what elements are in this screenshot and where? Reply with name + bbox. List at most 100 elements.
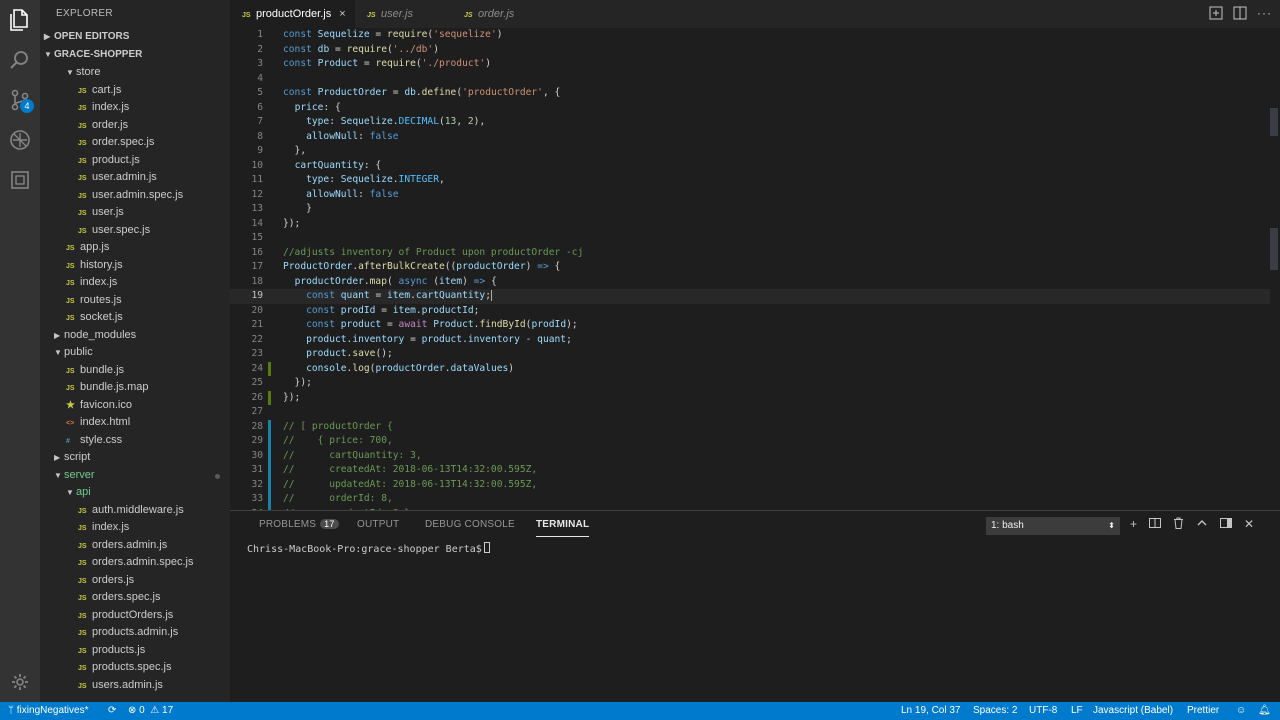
tab-debug-console[interactable]: DEBUG CONSOLE: [425, 519, 515, 530]
code-line[interactable]: 9 },: [230, 144, 1270, 159]
tree-file[interactable]: JS cart.js: [40, 82, 230, 100]
code-line[interactable]: 6 price: {: [230, 101, 1270, 116]
tree-file[interactable]: JS user.admin.js: [40, 169, 230, 187]
smiley-icon[interactable]: ☺: [1236, 702, 1246, 720]
code-line[interactable]: 4: [230, 72, 1270, 87]
code-line[interactable]: 7 type: Sequelize.DECIMAL(13, 2),: [230, 115, 1270, 130]
code-line[interactable]: 14});: [230, 217, 1270, 232]
tree-file[interactable]: JS orders.js: [40, 572, 230, 590]
code-line[interactable]: 17 ProductOrder.afterBulkCreate((productO…: [230, 260, 1270, 275]
close-panel-icon[interactable]: ✕: [1244, 517, 1254, 532]
formatter[interactable]: Prettier: [1187, 702, 1219, 720]
code-line[interactable]: 1 const Sequelize = require('sequelize'): [230, 28, 1270, 43]
code-line[interactable]: 8 allowNull: false: [230, 130, 1270, 145]
tree-file[interactable]: JS user.spec.js: [40, 222, 230, 240]
open-changes-icon[interactable]: [1209, 6, 1223, 23]
tree-file[interactable]: JS products.js: [40, 642, 230, 660]
tree-file[interactable]: JS index.js: [40, 519, 230, 537]
code-line[interactable]: 21 const product = await Product.findByI…: [230, 318, 1270, 333]
tree-file[interactable]: JS history.js: [40, 257, 230, 275]
tree-file[interactable]: JS bundle.js.map: [40, 379, 230, 397]
code-line[interactable]: 18 productOrder.map( async (item) => {: [230, 275, 1270, 290]
code-line[interactable]: 5 const ProductOrder = db.define('product…: [230, 86, 1270, 101]
tab-productorder[interactable]: JS productOrder.js ×: [230, 0, 355, 28]
terminal-prompt[interactable]: Chriss-MacBook-Pro:grace-shopper Berta$: [247, 542, 490, 555]
tree-folder[interactable]: ▼ api: [40, 484, 230, 502]
project-section[interactable]: ▼ GRACE-SHOPPER: [40, 46, 230, 64]
more-actions-icon[interactable]: ···: [1257, 6, 1272, 23]
code-line[interactable]: 26});: [230, 390, 1270, 406]
language-mode[interactable]: Javascript (Babel): [1093, 702, 1173, 720]
tree-file[interactable]: <> index.html: [40, 414, 230, 432]
code-line[interactable]: 10 cartQuantity: {: [230, 159, 1270, 174]
tree-file[interactable]: JS orders.admin.spec.js: [40, 554, 230, 572]
tree-file[interactable]: JS index.js: [40, 99, 230, 117]
tree-file[interactable]: JS products.spec.js: [40, 659, 230, 677]
tree-file[interactable]: JS socket.js: [40, 309, 230, 327]
trash-icon[interactable]: [1173, 517, 1184, 532]
tree-file[interactable]: JS productOrders.js: [40, 607, 230, 625]
code-line[interactable]: 28 // [ productOrder {: [230, 419, 1270, 435]
split-editor-icon[interactable]: [1233, 6, 1247, 23]
code-line[interactable]: 32 // updatedAt: 2018-06-13T14:32:00.595Z…: [230, 477, 1270, 493]
tree-file[interactable]: JS routes.js: [40, 292, 230, 310]
terminal-select[interactable]: 1: bash ⬍: [986, 517, 1120, 535]
code-line[interactable]: 22 product.inventory = product.inventory…: [230, 333, 1270, 348]
code-line[interactable]: 2 const db = require('../db'): [230, 43, 1270, 58]
tree-file[interactable]: ★ favicon.ico: [40, 397, 230, 415]
code-line[interactable]: 24 console.log(productOrder.dataValues): [230, 361, 1270, 377]
tree-file[interactable]: JS app.js: [40, 239, 230, 257]
tree-folder[interactable]: ▼ server: [40, 467, 230, 485]
chevron-up-icon[interactable]: [1196, 517, 1208, 532]
tree-file[interactable]: JS order.js: [40, 117, 230, 135]
tree-file[interactable]: JS order.spec.js: [40, 134, 230, 152]
settings-gear-icon[interactable]: [8, 670, 32, 694]
tree-folder[interactable]: ▼ store: [40, 64, 230, 82]
bell-icon[interactable]: 🔔︎: [1258, 702, 1271, 720]
code-line[interactable]: 20 const prodId = item.productId;: [230, 304, 1270, 319]
tree-file[interactable]: JS product.js: [40, 152, 230, 170]
files-icon[interactable]: [8, 8, 32, 32]
code-line[interactable]: 23 product.save();: [230, 347, 1270, 362]
open-editors-section[interactable]: ▶ OPEN EDITORS: [40, 28, 230, 46]
code-line[interactable]: 33 // orderId: 8,: [230, 492, 1270, 507]
code-line[interactable]: 31 // createdAt: 2018-06-13T14:32:00.595Z…: [230, 463, 1270, 478]
code-line[interactable]: 27: [230, 405, 1270, 420]
code-line[interactable]: 30 // cartQuantity: 3,: [230, 448, 1270, 464]
tree-folder[interactable]: ▶ script: [40, 449, 230, 467]
tree-file[interactable]: JS index.js: [40, 274, 230, 292]
tree-file[interactable]: JS users.admin.js: [40, 677, 230, 695]
sync-icon[interactable]: ⟳: [108, 702, 116, 720]
tab-problems[interactable]: PROBLEMS 17: [259, 519, 339, 530]
code-line[interactable]: 11 type: Sequelize.INTEGER,: [230, 173, 1270, 188]
cursor-position[interactable]: Ln 19, Col 37: [901, 702, 961, 720]
code-line[interactable]: 16 //adjusts inventory of Product upon pr…: [230, 246, 1270, 261]
tree-file[interactable]: JS auth.middleware.js: [40, 502, 230, 520]
code-line[interactable]: 13 }: [230, 202, 1270, 217]
tab-order[interactable]: JS order.js: [452, 0, 549, 28]
plus-icon[interactable]: +: [1130, 517, 1137, 532]
encoding[interactable]: UTF-8: [1029, 702, 1057, 720]
code-editor[interactable]: 1 const Sequelize = require('sequelize') 2…: [230, 28, 1280, 510]
end-of-line[interactable]: LF: [1071, 702, 1083, 720]
debug-icon[interactable]: [8, 128, 32, 152]
tree-file[interactable]: JS user.admin.spec.js: [40, 187, 230, 205]
search-icon[interactable]: [8, 48, 32, 72]
tree-file[interactable]: JS products.admin.js: [40, 624, 230, 642]
code-line[interactable]: 12 allowNull: false: [230, 188, 1270, 203]
tree-file[interactable]: JS user.js: [40, 204, 230, 222]
code-line[interactable]: 29 // { price: 700,: [230, 434, 1270, 449]
tree-folder[interactable]: ▶ node_modules: [40, 327, 230, 345]
code-line[interactable]: 25 });: [230, 376, 1270, 391]
tree-folder[interactable]: ▼ public: [40, 344, 230, 362]
tree-file[interactable]: JS bundle.js: [40, 362, 230, 380]
tree-file[interactable]: JS orders.spec.js: [40, 589, 230, 607]
close-icon[interactable]: ×: [339, 8, 345, 20]
indentation[interactable]: Spaces: 2: [973, 702, 1017, 720]
tree-file[interactable]: # style.css: [40, 432, 230, 450]
split-terminal-icon[interactable]: [1149, 517, 1162, 532]
code-line[interactable]: 3 const Product = require('./product'): [230, 57, 1270, 72]
problems-indicator[interactable]: ⊗ 0 ⚠ 17: [128, 702, 173, 720]
extensions-icon[interactable]: [8, 168, 32, 192]
tab-user[interactable]: JS user.js: [355, 0, 452, 28]
